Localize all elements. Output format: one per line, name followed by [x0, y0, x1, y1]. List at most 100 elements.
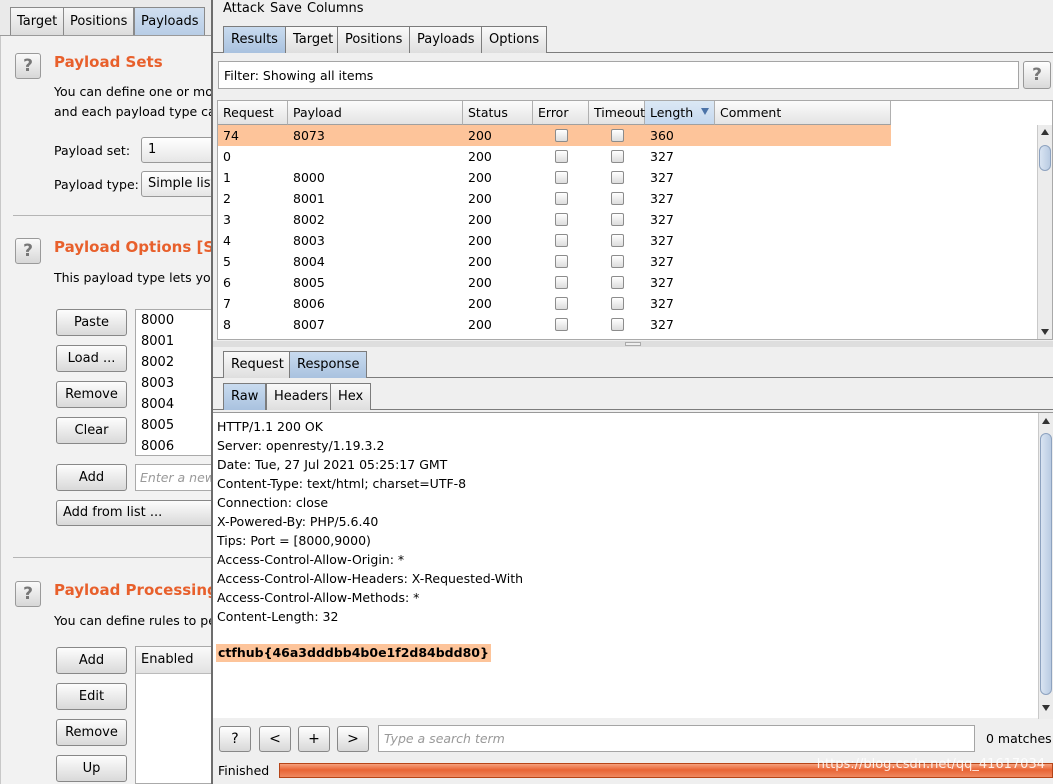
table-row[interactable]: 2 8001 200 327	[218, 188, 891, 209]
timeout-checkbox[interactable]	[611, 129, 624, 142]
col-status[interactable]: Status	[463, 101, 533, 125]
timeout-checkbox[interactable]	[611, 171, 624, 184]
up-rule-button[interactable]: Up	[56, 755, 127, 782]
timeout-checkbox[interactable]	[611, 234, 624, 247]
list-item[interactable]: 8002	[136, 352, 220, 373]
add-from-list-select[interactable]: Add from list ...	[56, 500, 221, 526]
search-previous-button[interactable]: <	[259, 726, 291, 752]
error-checkbox[interactable]	[555, 171, 568, 184]
error-checkbox[interactable]	[555, 276, 568, 289]
help-icon[interactable]: ?	[15, 238, 41, 264]
tab-payloads[interactable]: Payloads	[134, 7, 206, 35]
add-item-input[interactable]: Enter a new	[135, 464, 221, 491]
table-row[interactable]: 8 8007 200 327	[218, 314, 891, 335]
tab-positions[interactable]: Positions	[63, 7, 135, 35]
error-checkbox[interactable]	[555, 192, 568, 205]
timeout-checkbox[interactable]	[611, 297, 624, 310]
col-error[interactable]: Error	[533, 101, 589, 125]
payload-list[interactable]: 8000 8001 8002 8003 8004 8005 8006	[135, 309, 221, 456]
paste-button[interactable]: Paste	[56, 309, 127, 336]
table-row[interactable]: 74 8073 200 360	[218, 125, 891, 146]
table-row[interactable]: 6 8005 200 327	[218, 272, 891, 293]
col-length[interactable]: Length	[645, 101, 715, 125]
error-checkbox[interactable]	[555, 318, 568, 331]
scroll-down-icon[interactable]	[1042, 705, 1050, 711]
timeout-checkbox[interactable]	[611, 213, 624, 226]
scroll-thumb[interactable]	[1040, 433, 1052, 695]
tab-results[interactable]: Results	[223, 26, 286, 53]
col-payload[interactable]: Payload	[288, 101, 463, 125]
scroll-down-icon[interactable]	[1041, 329, 1049, 335]
rules-table[interactable]: Enabled	[135, 646, 221, 784]
search-next-button[interactable]: >	[337, 726, 369, 752]
menu-save[interactable]: Save	[270, 1, 302, 16]
table-row[interactable]: 5 8004 200 327	[218, 251, 891, 272]
split-divider[interactable]	[213, 341, 1053, 347]
menu-columns[interactable]: Columns	[307, 1, 364, 16]
tab-raw[interactable]: Raw	[223, 383, 267, 410]
table-scrollbar[interactable]	[1037, 125, 1052, 339]
tab-hex[interactable]: Hex	[330, 383, 372, 410]
add-rule-button[interactable]: Add	[56, 647, 127, 674]
col-timeout[interactable]: Timeout	[589, 101, 645, 125]
tab-target[interactable]: Target	[285, 26, 342, 53]
enabled-column-header[interactable]: Enabled	[136, 647, 220, 674]
table-row[interactable]: 1 8000 200 327	[218, 167, 891, 188]
search-add-button[interactable]: +	[298, 726, 330, 752]
flag-highlight: ctfhub{46a3dddbb4b0e1f2d84bdd80}	[216, 644, 491, 662]
split-grip-icon[interactable]	[625, 342, 641, 346]
error-checkbox[interactable]	[555, 234, 568, 247]
table-row[interactable]: 4 8003 200 327	[218, 230, 891, 251]
scroll-thumb[interactable]	[1039, 145, 1051, 171]
cell-length: 360	[650, 128, 674, 143]
col-comment[interactable]: Comment	[715, 101, 891, 125]
remove-rule-button[interactable]: Remove	[56, 719, 127, 746]
divider	[13, 557, 221, 558]
edit-rule-button[interactable]: Edit	[56, 683, 127, 710]
list-item[interactable]: 8003	[136, 373, 220, 394]
list-item[interactable]: 8004	[136, 394, 220, 415]
response-viewer[interactable]: HTTP/1.1 200 OK Server: openresty/1.19.3…	[213, 412, 1053, 719]
payload-type-select[interactable]: Simple list	[141, 171, 221, 197]
scroll-up-icon[interactable]	[1042, 418, 1050, 424]
remove-button[interactable]: Remove	[56, 381, 127, 408]
clear-button[interactable]: Clear	[56, 417, 127, 444]
timeout-checkbox[interactable]	[611, 255, 624, 268]
tab-target[interactable]: Target	[10, 7, 65, 35]
list-item[interactable]: 8006	[136, 436, 220, 455]
help-icon[interactable]: ?	[15, 53, 41, 79]
tab-options[interactable]: Options	[481, 26, 548, 53]
help-icon[interactable]: ?	[15, 581, 41, 607]
list-item[interactable]: 8001	[136, 331, 220, 352]
help-icon[interactable]: ?	[219, 726, 251, 752]
list-item[interactable]: 8005	[136, 415, 220, 436]
help-icon[interactable]: ?	[1023, 61, 1051, 89]
search-input[interactable]: Type a search term	[378, 725, 975, 752]
timeout-checkbox[interactable]	[611, 318, 624, 331]
table-row[interactable]: 7 8006 200 327	[218, 293, 891, 314]
error-checkbox[interactable]	[555, 150, 568, 163]
payload-set-select[interactable]: 1	[141, 137, 221, 163]
error-checkbox[interactable]	[555, 129, 568, 142]
tab-positions[interactable]: Positions	[337, 26, 411, 53]
timeout-checkbox[interactable]	[611, 150, 624, 163]
error-checkbox[interactable]	[555, 255, 568, 268]
response-scrollbar[interactable]	[1038, 413, 1053, 719]
menu-attack[interactable]: Attack	[223, 1, 265, 16]
timeout-checkbox[interactable]	[611, 192, 624, 205]
timeout-checkbox[interactable]	[611, 276, 624, 289]
tab-headers[interactable]: Headers	[266, 383, 337, 410]
error-checkbox[interactable]	[555, 297, 568, 310]
filter-bar[interactable]: Filter: Showing all items	[218, 61, 1019, 89]
table-row[interactable]: 0 200 327	[218, 146, 891, 167]
tab-payloads[interactable]: Payloads	[409, 26, 483, 53]
error-checkbox[interactable]	[555, 213, 568, 226]
tab-response[interactable]: Response	[289, 351, 368, 378]
col-request[interactable]: Request	[218, 101, 288, 125]
table-row[interactable]: 3 8002 200 327	[218, 209, 891, 230]
add-button[interactable]: Add	[56, 464, 127, 491]
load-button[interactable]: Load ...	[56, 345, 127, 372]
scroll-up-icon[interactable]	[1041, 129, 1049, 135]
tab-request[interactable]: Request	[223, 351, 292, 378]
list-item[interactable]: 8000	[136, 310, 220, 331]
